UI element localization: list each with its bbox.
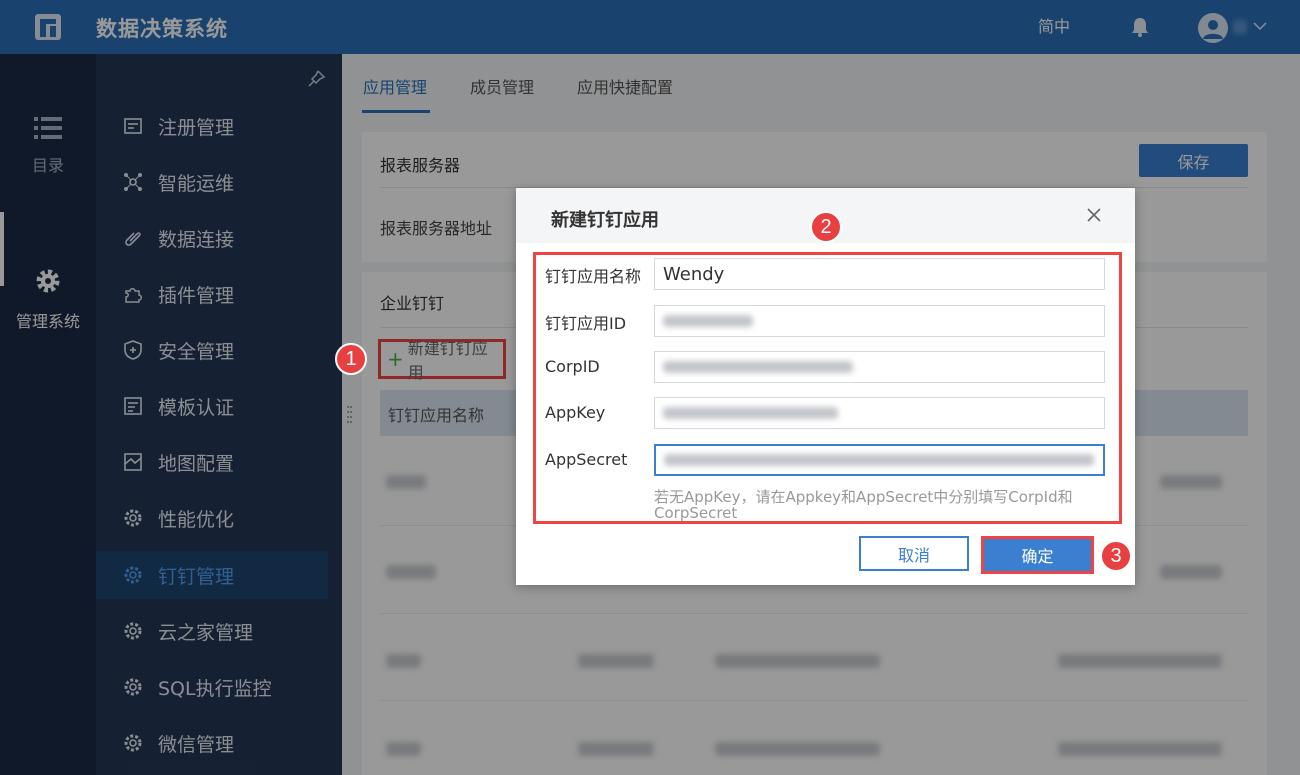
annotation-badge-2: 2	[810, 211, 842, 243]
annotation-highlight-form	[533, 252, 1122, 524]
close-icon[interactable]	[1086, 207, 1102, 223]
cancel-button[interactable]: 取消	[859, 536, 969, 571]
annotation-badge-3: 3	[1100, 540, 1132, 572]
annotation-badge-1: 1	[335, 343, 367, 375]
confirm-button[interactable]: 确定	[981, 536, 1094, 574]
dialog-title: 新建钉钉应用	[551, 210, 659, 231]
